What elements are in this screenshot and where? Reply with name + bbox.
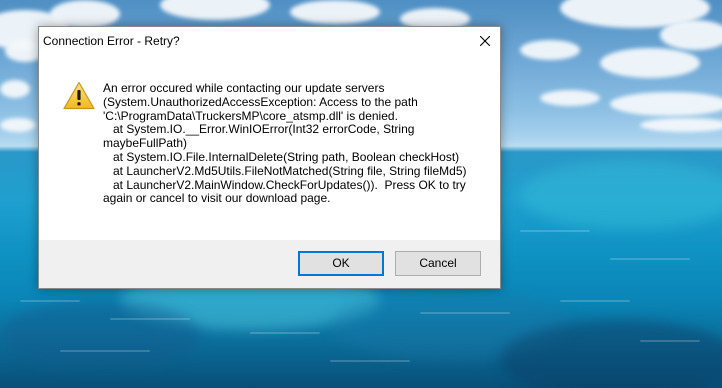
dialog-titlebar[interactable]: Connection Error - Retry? [39,27,500,56]
dialog-button-bar: OK Cancel [39,240,500,288]
error-dialog: Connection Error - Retry? An error occur… [38,26,501,289]
close-button[interactable] [470,27,500,56]
close-icon [480,36,490,46]
error-message: An error occured while contacting our up… [103,81,467,206]
dialog-title: Connection Error - Retry? [43,34,180,48]
cancel-button[interactable]: Cancel [395,251,481,276]
warning-icon [63,81,95,110]
dialog-content: An error occured while contacting our up… [39,56,500,240]
ok-button[interactable]: OK [298,251,384,276]
